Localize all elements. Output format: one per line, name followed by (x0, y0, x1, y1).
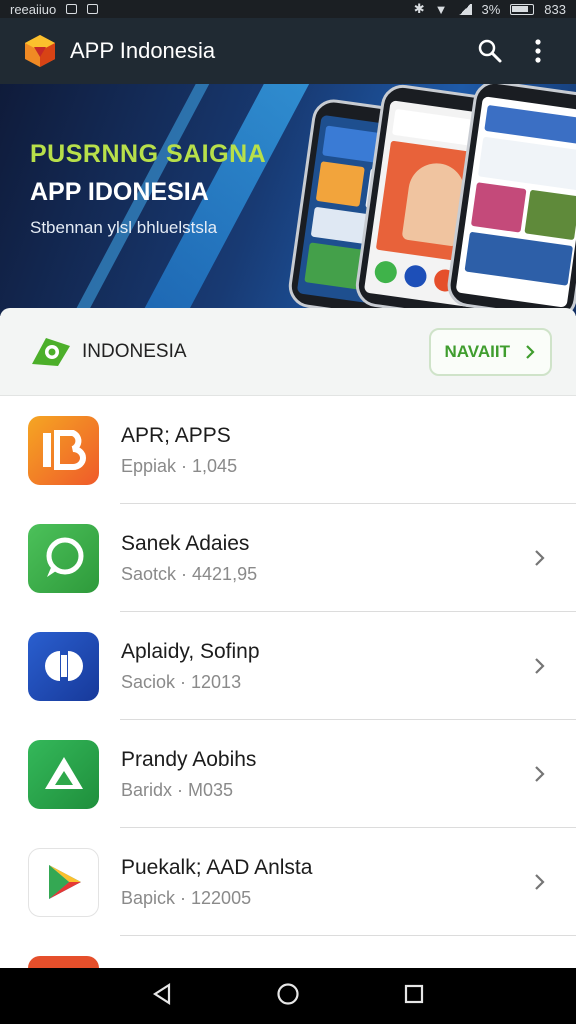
home-icon (277, 982, 299, 1005)
search-button[interactable] (466, 27, 514, 75)
app-title: APP Indonesia (70, 38, 216, 63)
search-icon (478, 39, 502, 63)
status-bar: reeaiiuo ✱ ▼ 3% 833 (0, 0, 576, 18)
back-button[interactable] (151, 982, 173, 1011)
app-b-icon (28, 415, 99, 485)
battery-icon (510, 3, 535, 15)
app-name: Sanek Adaies (121, 531, 250, 555)
back-icon (153, 982, 171, 1005)
banner-subtitle: Stbennan ylsl bhluelstsla (30, 218, 218, 237)
chevron-right-icon (526, 344, 535, 359)
battery-percent: 3% (481, 1, 501, 17)
app-name: Puekalk; AAD Anlsta (121, 855, 313, 879)
app-notification-icon (87, 4, 99, 14)
more-vert-icon (535, 39, 541, 63)
split-circle-icon (28, 631, 99, 701)
chat-bubble-icon (28, 523, 99, 593)
more-options-button[interactable] (514, 27, 562, 75)
app-meta: Saotck · 4421,95 (121, 563, 258, 584)
wifi-icon: ▼ (434, 1, 448, 17)
carrier-text: reeaiiuo (10, 1, 57, 17)
chevron-right-icon (535, 766, 545, 782)
app-logo-icon (22, 33, 58, 69)
chevron-right-icon (535, 550, 545, 566)
status-right: ✱ ▼ 3% 833 (414, 1, 566, 17)
chevron-right-icon (535, 874, 545, 890)
chevron-right-icon (535, 658, 545, 674)
recents-icon (404, 984, 423, 1003)
list-item[interactable]: APR; APPS Eppiak · 1,045 (0, 396, 576, 504)
app-bar: APP Indonesia (0, 18, 576, 84)
section-header: INDONESIA NAVAIIT (0, 308, 576, 396)
triangle-a-icon (28, 739, 99, 809)
app-meta: Eppiak · 1,045 (121, 455, 238, 476)
app-list: APR; APPS Eppiak · 1,045 Sanek Adaies Sa… (0, 396, 576, 936)
app-meta: Bapick · 122005 (121, 887, 252, 908)
banner-title: APP IDONESIA (30, 178, 209, 206)
signal-icon (457, 3, 472, 15)
app-name: APR; APPS (121, 423, 231, 447)
app-name: Prandy Aobihs (121, 747, 257, 771)
app-name: Aplaidy, Sofinp (121, 639, 260, 663)
recents-button[interactable] (403, 983, 425, 1010)
app-meta: Saciok · 12013 (121, 671, 242, 692)
clock: 833 (544, 1, 566, 17)
list-item[interactable]: Aplaidy, Sofinp Saciok · 12013 (0, 612, 576, 720)
notification-icon (66, 4, 78, 14)
home-button[interactable] (276, 982, 300, 1011)
navigate-button[interactable]: NAVAIIT (428, 327, 552, 376)
play-arrow-icon (28, 847, 99, 917)
list-item[interactable]: Prandy Aobihs Baridx · M035 (0, 720, 576, 828)
list-item[interactable]: Sanek Adaies Saotck · 4421,95 (0, 504, 576, 612)
section-label: INDONESIA (82, 340, 187, 362)
list-item[interactable]: Puekalk; AAD Anlsta Bapick · 122005 (0, 828, 576, 936)
system-nav-bar (0, 968, 576, 1024)
bluetooth-icon: ✱ (413, 1, 425, 16)
status-left: reeaiiuo (10, 1, 99, 17)
banner-headline: PUSRNNG SAIGNA (30, 140, 267, 168)
app-meta: Baridx · M035 (121, 779, 234, 800)
promo-banner[interactable]: PUSRNNG SAIGNA APP IDONESIA Stbennan yls… (0, 84, 576, 316)
indonesia-logo-icon (32, 337, 70, 366)
navigate-button-label: NAVAIIT (444, 341, 510, 361)
